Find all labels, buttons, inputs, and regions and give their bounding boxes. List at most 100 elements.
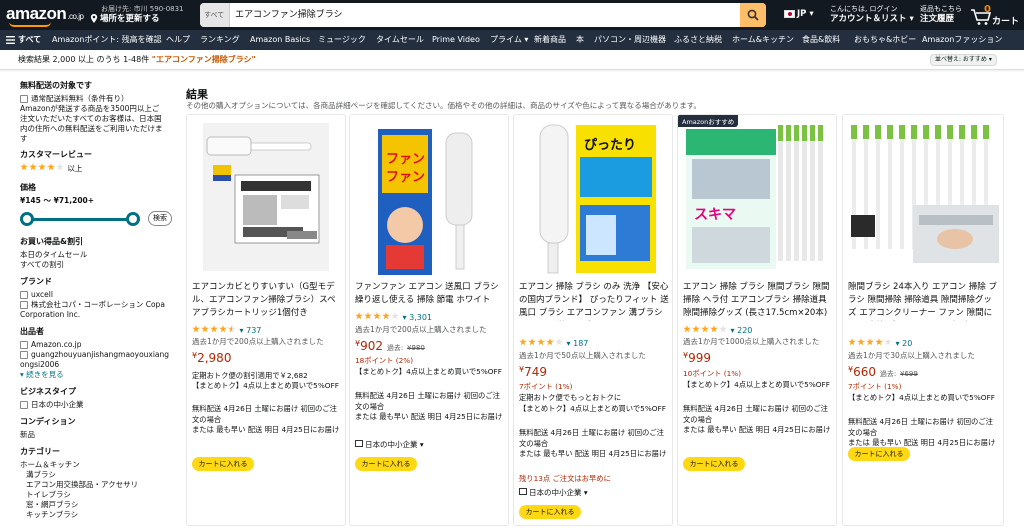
checkbox[interactable]	[20, 351, 28, 359]
add-to-cart-button[interactable]: カートに入れる	[683, 457, 745, 471]
nav-item-pc[interactable]: パソコン・周辺機器	[594, 30, 666, 50]
review-count[interactable]: 220	[737, 326, 752, 335]
checkbox[interactable]	[20, 341, 28, 349]
old-price: ¥980	[407, 344, 425, 352]
product-price: ¥902 過去: ¥980	[355, 339, 425, 353]
nav-item-new[interactable]: 新着商品	[534, 30, 566, 50]
filter-category-item[interactable]: 窓・網戸ブラシ	[20, 500, 180, 510]
filter-category-item[interactable]: エアコン用交換部品・アクセサリ	[20, 480, 180, 490]
product-image[interactable]	[843, 115, 1003, 279]
product-title-link[interactable]: エアコン 掃除 ブラシ のみ 洗浄 【安心の国内ブランド】 ぴったりフィット 送…	[519, 281, 669, 321]
nav-item-fashion[interactable]: Amazonファッション	[922, 30, 1002, 50]
product-title-link[interactable]: ファンファン エアコン 送風口 ブラシ 繰り返し使える 掃除 節電 ホワイト	[355, 281, 505, 307]
add-to-cart-button[interactable]: カートに入れる	[192, 457, 254, 471]
orders-line1: 返品もこちら	[920, 5, 962, 13]
star-empty-icon	[719, 325, 727, 333]
filter-brand-item[interactable]: uxcell	[20, 290, 180, 300]
price-search-button[interactable]: 検索	[148, 211, 172, 226]
nav-item-home-kitchen[interactable]: ホーム&キッチン	[732, 30, 794, 50]
nav-item-music[interactable]: ミュージック	[318, 30, 366, 50]
product-image[interactable]: スキマ Amazonおすすめ	[678, 115, 836, 279]
stock-warning: 残り13点 ご注文はお早めに	[519, 474, 611, 483]
filter-shipping-option-label: 通常配送料無料（条件有り）	[31, 94, 129, 103]
logo-text: amazon	[6, 4, 67, 23]
delivery-location[interactable]: お届け先: 市川 590-0831 場所を更新する	[90, 4, 184, 24]
price-slider[interactable]: 検索	[20, 208, 180, 230]
old-price-label: 過去:	[386, 344, 404, 352]
product-rating[interactable]: ▾ 187	[519, 338, 588, 349]
nav-item-timesale[interactable]: タイムセール	[376, 30, 424, 50]
nav-item-ranking[interactable]: ランキング	[200, 30, 240, 50]
filter-brand-title: ブランド	[20, 277, 52, 286]
search-input[interactable]: エアコンファン掃除ブラシ	[235, 3, 343, 27]
product-image[interactable]: ファン ファン	[350, 115, 508, 279]
filter-shipping-option[interactable]: 通常配送料無料（条件有り）	[20, 94, 180, 104]
product-rating[interactable]: ▾ 737	[192, 325, 261, 336]
filter-review-4up[interactable]: 以上	[20, 163, 180, 174]
checkbox[interactable]	[20, 95, 28, 103]
price-value: 999	[688, 351, 711, 365]
add-to-cart-button[interactable]: カートに入れる	[848, 447, 910, 461]
price-slider-min-handle[interactable]	[20, 212, 34, 226]
star-icon	[701, 325, 709, 333]
product-title-link[interactable]: 隙間ブラシ 24本入り エアコン 掃除 ブラシ 隙間掃除 掃除道具 隙間掃除グッ…	[848, 281, 998, 321]
filter-brand-item[interactable]: 株式会社コパ・コーポレーション Copa Corporation Inc.	[20, 300, 170, 320]
japan-flag-icon	[784, 9, 795, 18]
nav-item-help[interactable]: ヘルプ	[166, 30, 190, 50]
product-card: エアコンカビとりすいすい（G型モデル、エアコンファン掃除ブラシ）スペアブラシカー…	[186, 114, 346, 526]
filter-condition-new[interactable]: 新品	[20, 430, 180, 440]
add-to-cart-button[interactable]: カートに入れる	[519, 505, 581, 519]
search-category-select[interactable]: すべて ▾	[200, 3, 230, 27]
sort-dropdown[interactable]: 並べ替え: おすすめ ▾	[930, 54, 997, 66]
nav-item-amazon-basics[interactable]: Amazon Basics	[250, 30, 310, 50]
filter-seller-label: Amazon.co.jp	[31, 340, 82, 349]
cart-button[interactable]: 0 カート	[970, 4, 1020, 27]
nav-item-points[interactable]: Amazonポイント: 残高を確認	[52, 30, 162, 50]
filter-business-item[interactable]: 日本の中小企業	[20, 400, 180, 410]
filter-seller-item[interactable]: Amazon.co.jp	[20, 340, 180, 350]
nav-item-books[interactable]: 本	[576, 30, 584, 50]
nav-item-furusato[interactable]: ふるさと納税	[674, 30, 722, 50]
filter-category-item[interactable]: トイレブラシ	[20, 490, 180, 500]
svg-text:ファン: ファン	[386, 170, 425, 185]
checkbox[interactable]	[20, 291, 28, 299]
language-selector[interactable]: JP ▾	[784, 9, 814, 19]
review-count[interactable]: 187	[573, 339, 588, 348]
review-count[interactable]: 3,301	[409, 313, 432, 322]
add-to-cart-button[interactable]: カートに入れる	[355, 457, 417, 471]
product-photo-icon	[187, 115, 345, 279]
price-slider-max-handle[interactable]	[126, 212, 140, 226]
see-more-link[interactable]: ▾ 続きを見る	[20, 370, 180, 380]
nav-item-toys[interactable]: おもちゃ&ホビー	[854, 30, 916, 50]
nav-all-menu[interactable]: すべて	[6, 30, 41, 50]
product-rating[interactable]: ▾ 220	[683, 325, 752, 336]
product-image[interactable]: ぴったり	[514, 115, 672, 279]
search-button[interactable]	[740, 3, 766, 27]
filter-deal-item[interactable]: すべての割引	[20, 260, 180, 270]
shop-icon	[519, 488, 527, 495]
filter-seller-item[interactable]: guangzhouyuanjishangmaoyouxiangongsi2006	[20, 350, 170, 370]
star-icon	[201, 325, 209, 333]
filter-category-item[interactable]: キッチンブラシ	[20, 510, 180, 520]
nav-item-prime-video[interactable]: Prime Video	[432, 30, 480, 50]
product-rating[interactable]: ▾ 3,301	[355, 312, 432, 323]
amazon-logo[interactable]: amazon.co.jp	[6, 4, 84, 24]
filter-category-item[interactable]: ホーム＆キッチン	[20, 460, 180, 470]
nav-item-food[interactable]: 食品&飲料	[802, 30, 840, 50]
nav-item-prime[interactable]: プライム ▾	[490, 30, 528, 50]
bought-count: 過去1か月で1000点以上購入されました	[683, 337, 820, 346]
product-image[interactable]	[187, 115, 345, 279]
product-title-link[interactable]: エアコン 掃除 ブラシ 隙間ブラシ 隙間掃除 ヘラ付 エアコンブラシ 掃除道具 …	[683, 281, 833, 320]
account-menu[interactable]: こんにちは, ログイン アカウント＆リスト ▾	[830, 4, 914, 24]
cart-label: カート	[992, 17, 1020, 27]
orders-link[interactable]: 返品もこちら 注文履歴	[920, 4, 962, 24]
product-title-link[interactable]: エアコンカビとりすいすい（G型モデル、エアコンファン掃除ブラシ）スペアブラシカー…	[192, 281, 342, 320]
checkbox[interactable]	[20, 401, 28, 409]
filter-category-item[interactable]: 溝ブラシ	[20, 470, 180, 480]
product-rating[interactable]: ▾ 20	[848, 338, 912, 349]
checkbox[interactable]	[20, 301, 28, 309]
review-count[interactable]: 737	[246, 326, 261, 335]
filter-deal-item[interactable]: 本日のタイムセール	[20, 250, 180, 260]
seller-label: 日本の中小企業	[529, 488, 582, 497]
review-count[interactable]: 20	[902, 339, 912, 348]
